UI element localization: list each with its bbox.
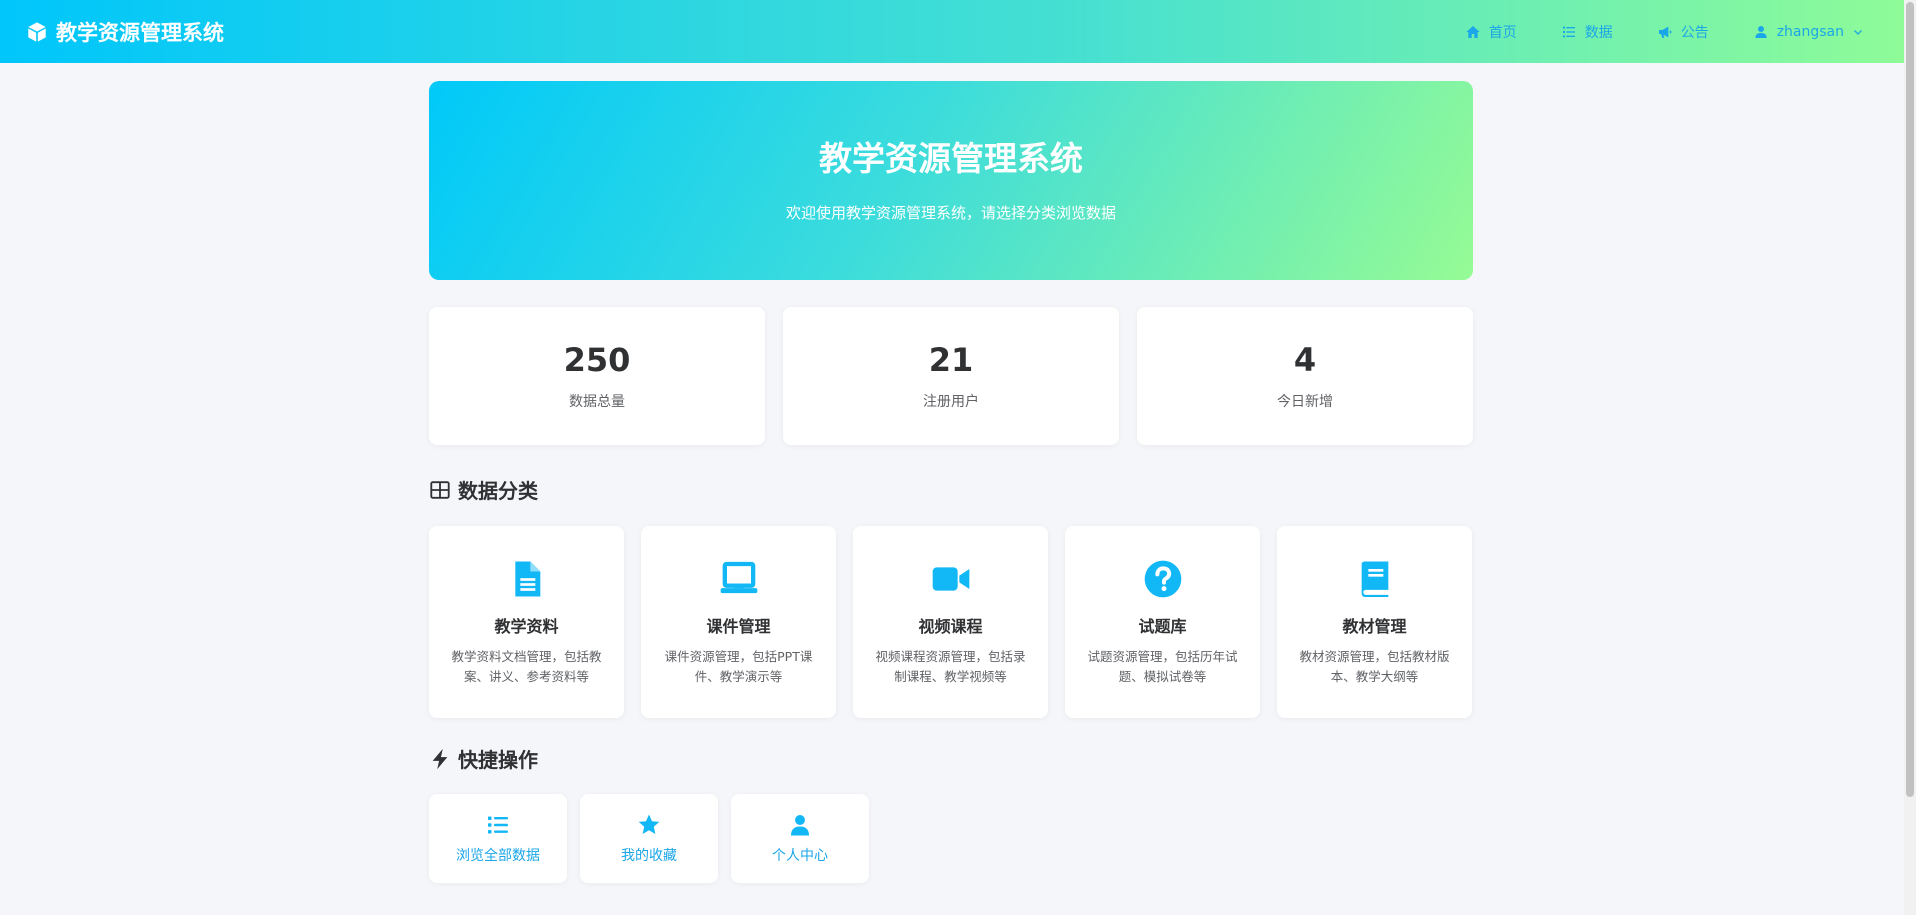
nav-announcement-label: 公告	[1680, 24, 1709, 41]
user-icon	[791, 814, 809, 835]
username: zhangsan	[1776, 23, 1844, 40]
category-grid: 教学资料 教学资料文档管理，包括教案、讲义、参考资料等 课件管理 课件资源管理，…	[429, 526, 1473, 718]
stat-value: 21	[928, 341, 974, 379]
quick-profile-button[interactable]: 个人中心	[731, 794, 869, 883]
quick-section-title: 快捷操作	[429, 744, 1473, 773]
categories-section-title: 数据分类	[429, 475, 1473, 504]
laptop-icon	[720, 561, 757, 594]
nav-data-label: 数据	[1584, 24, 1613, 41]
nav-data[interactable]: 数据	[1561, 22, 1613, 42]
brand-title: 教学资源管理系统	[56, 20, 224, 45]
table-icon	[430, 480, 450, 499]
category-card-video-courses[interactable]: 视频课程 视频课程资源管理，包括录制课程、教学视频等	[853, 526, 1048, 718]
stat-value: 250	[563, 341, 631, 379]
stat-label: 注册用户	[923, 394, 979, 410]
video-icon	[932, 567, 969, 591]
category-title: 视频课程	[918, 617, 983, 636]
categories-section-label: 数据分类	[458, 479, 538, 503]
user-menu[interactable]: zhangsan	[1753, 24, 1864, 40]
category-card-courseware[interactable]: 课件管理 课件资源管理，包括PPT课件、教学演示等	[641, 526, 836, 718]
stat-card-total: 250 数据总量	[429, 307, 765, 445]
hero-title: 教学资源管理系统	[819, 139, 1083, 178]
quick-action-label: 浏览全部数据	[456, 847, 540, 864]
category-desc: 课件资源管理，包括PPT课件、教学演示等	[664, 649, 813, 684]
stat-label: 今日新增	[1277, 394, 1333, 410]
category-card-textbooks[interactable]: 教材管理 教材资源管理，包括教材版本、教学大纲等	[1277, 526, 1472, 718]
category-title: 教学资料	[494, 617, 559, 636]
category-title: 试题库	[1138, 617, 1187, 636]
hero-subtitle: 欢迎使用教学资源管理系统，请选择分类浏览数据	[785, 204, 1116, 222]
book-icon	[1361, 561, 1388, 597]
star-icon	[638, 814, 660, 834]
category-card-teaching-materials[interactable]: 教学资料 教学资料文档管理，包括教案、讲义、参考资料等	[429, 526, 624, 718]
category-desc: 教学资料文档管理，包括教案、讲义、参考资料等	[451, 649, 602, 684]
home-icon	[1466, 25, 1480, 38]
category-desc: 视频课程资源管理，包括录制课程、教学视频等	[875, 649, 1026, 684]
main-nav: 首页 数据 公告 zhangsan	[1465, 0, 1864, 63]
question-icon	[1144, 560, 1181, 598]
stat-card-users: 21 注册用户	[783, 307, 1119, 445]
stats-row: 250 数据总量 21 注册用户 4 今日新增	[429, 307, 1473, 445]
nav-announcement[interactable]: 公告	[1657, 22, 1709, 42]
main-content: 教学资源管理系统 欢迎使用教学资源管理系统，请选择分类浏览数据 250 数据总量…	[429, 81, 1473, 883]
category-card-question-bank[interactable]: 试题库 试题资源管理，包括历年试题、模拟试卷等	[1065, 526, 1260, 718]
bolt-icon	[432, 748, 448, 769]
stat-value: 4	[1293, 341, 1317, 379]
quick-section-label: 快捷操作	[458, 748, 538, 772]
category-title: 课件管理	[706, 617, 771, 636]
quick-browse-all-button[interactable]: 浏览全部数据	[429, 794, 567, 883]
nav-home[interactable]: 首页	[1465, 22, 1517, 42]
category-desc: 试题资源管理，包括历年试题、模拟试卷等	[1087, 649, 1238, 684]
cube-icon	[28, 21, 46, 42]
quick-actions: 浏览全部数据 我的收藏 个人中心	[429, 794, 1473, 883]
category-title: 教材管理	[1342, 617, 1407, 636]
category-desc: 教材资源管理，包括教材版本、教学大纲等	[1299, 649, 1450, 684]
list-icon	[1562, 26, 1575, 37]
list-icon	[488, 816, 508, 833]
megaphone-icon	[1658, 26, 1672, 38]
stat-card-today: 4 今日新增	[1137, 307, 1473, 445]
quick-favorites-button[interactable]: 我的收藏	[580, 794, 718, 883]
hero-banner: 教学资源管理系统 欢迎使用教学资源管理系统，请选择分类浏览数据	[429, 81, 1473, 280]
scrollbar-thumb[interactable]	[1906, 2, 1914, 797]
quick-action-label: 个人中心	[772, 847, 828, 864]
top-navbar: 教学资源管理系统 首页 数据 公告 zhangsan	[0, 0, 1904, 63]
document-icon	[514, 561, 540, 597]
stat-label: 数据总量	[569, 394, 625, 410]
chevron-down-icon	[1854, 29, 1862, 35]
quick-action-label: 我的收藏	[621, 847, 677, 864]
user-icon	[1755, 25, 1767, 38]
page-scrollbar[interactable]	[1904, 0, 1916, 915]
nav-home-label: 首页	[1488, 24, 1517, 41]
brand[interactable]: 教学资源管理系统	[26, 0, 224, 63]
